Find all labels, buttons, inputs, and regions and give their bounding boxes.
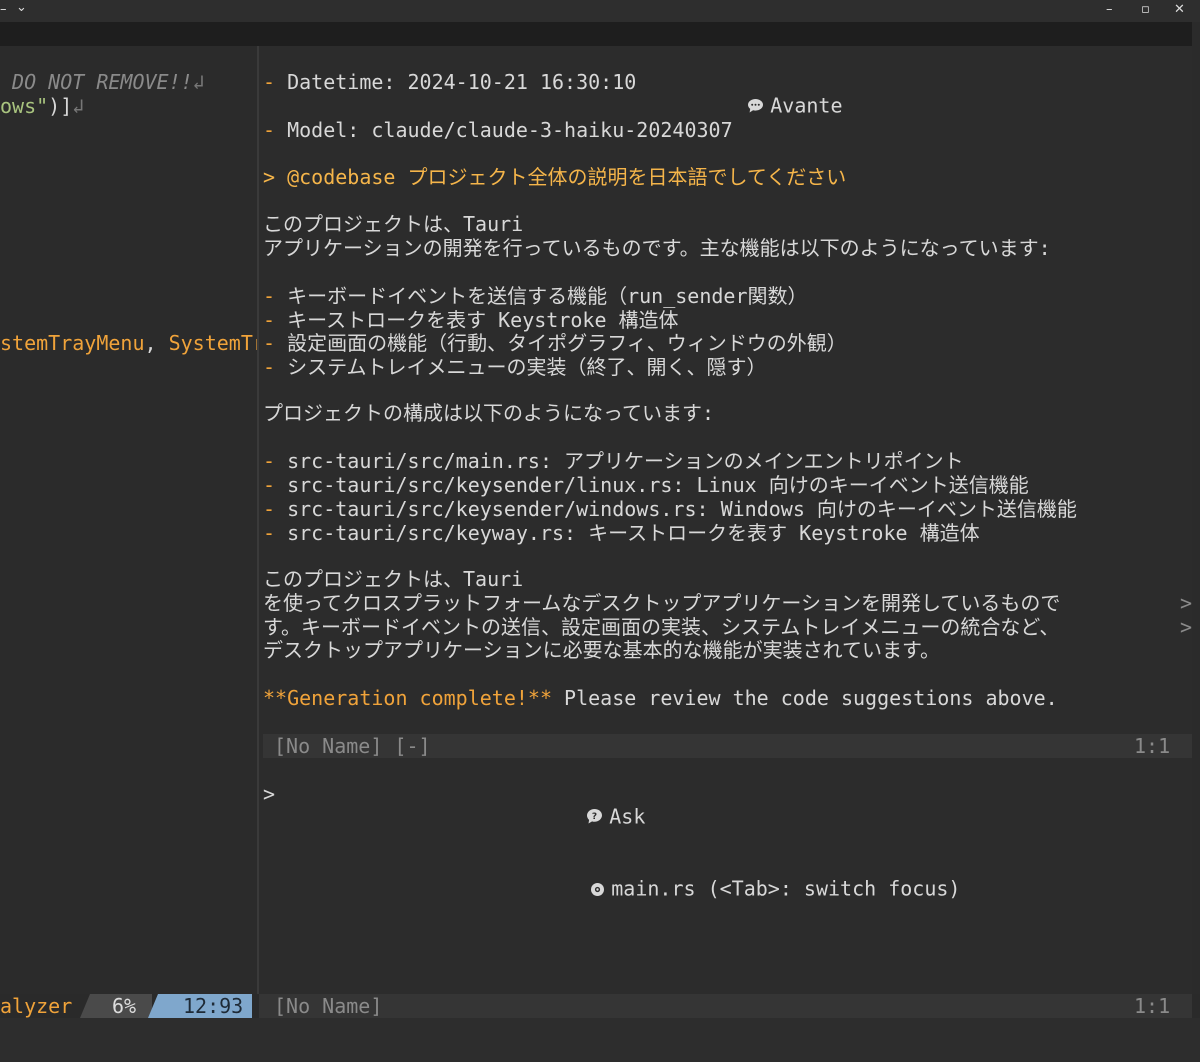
question-icon: ? — [538, 782, 603, 854]
svg-text:?: ? — [592, 812, 597, 822]
cursor-position: 1:1 — [1134, 734, 1171, 758]
overflow-marker: > — [1180, 591, 1193, 615]
datetime-line: - Datetime: 2024-10-21 16:30:10 — [263, 70, 636, 94]
close-button[interactable]: ✕ — [1174, 2, 1185, 17]
list-item: - キーストロークを表す Keystroke 構造体 — [263, 308, 679, 332]
line-column: 12:93 — [183, 994, 244, 1018]
overflow-marker: > — [1180, 615, 1193, 639]
list-bullet: - — [263, 284, 276, 308]
statusline: alyzer 6% 12:93 [No Name] 1:1 — [0, 994, 1200, 1018]
list-item-text: src-tauri/src/keysender/windows.rs: Wind… — [287, 497, 1077, 521]
list-bullet: - — [263, 331, 276, 355]
newline-marker: ↲ — [72, 94, 85, 118]
window-titlebar: – ⌄ – ▫ ✕ — [0, 0, 1200, 22]
complete-bold: **Generation complete!** — [263, 686, 552, 710]
list-bullet: - — [263, 521, 276, 545]
code-line: stemTrayMenu, SystemTr — [0, 331, 257, 355]
list-item-text: src-tauri/src/keysender/linux.rs: Linux … — [287, 473, 1029, 497]
code-line: DO NOT REMOVE!!↲ — [0, 70, 205, 94]
list-item: - src-tauri/src/keysender/windows.rs: Wi… — [263, 497, 1077, 521]
complete-rest: Please review the code suggestions above… — [551, 686, 1058, 710]
chevron-down-icon[interactable]: ⌄ — [16, 0, 27, 15]
list-item-text: システムトレイメニューの実装（終了、開く、隠す） — [287, 355, 767, 379]
list-bullet: - — [263, 308, 276, 332]
newline-marker: ↲ — [192, 70, 205, 94]
list-bullet: - — [263, 449, 276, 473]
buffer-name: [No Name] — [274, 994, 383, 1018]
ask-label: Ask — [609, 804, 646, 829]
datetime-text: Datetime: 2024-10-21 16:30:10 — [287, 70, 637, 94]
list-item-text: キーストロークを表す Keystroke 構造体 — [287, 308, 679, 332]
ask-input[interactable]: > — [263, 782, 275, 806]
maximize-button[interactable]: ▫ — [1141, 2, 1150, 17]
response-text: このプロジェクトは、Tauri — [263, 212, 524, 236]
code-identifier: SystemTr — [168, 331, 257, 355]
minimize-button[interactable]: – — [1106, 2, 1113, 17]
right-statusline-bg — [259, 994, 1192, 1018]
code-comment: DO NOT REMOVE!! — [0, 70, 193, 94]
list-bullet: - — [263, 118, 276, 142]
code-string: ows" — [0, 94, 49, 118]
ask-header: ? Ask main.rs (<Tab>: switch focus) — [514, 758, 960, 901]
list-item: - キーボードイベントを送信する機能（run_sender関数） — [263, 284, 808, 308]
generation-complete: **Generation complete!** Please review t… — [263, 686, 1058, 710]
scroll-percent: 6% — [112, 994, 137, 1018]
user-prompt: > @codebase プロジェクト全体の説明を日本語でしてください — [263, 165, 847, 189]
list-item: - システムトレイメニューの実装（終了、開く、隠す） — [263, 355, 767, 379]
list-bullet: - — [263, 473, 276, 497]
code-identifier: stemTrayMenu — [0, 331, 145, 355]
list-item-text: src-tauri/src/main.rs: アプリケーションのメインエントリポ… — [287, 449, 964, 473]
list-item: - src-tauri/src/main.rs: アプリケーションのメインエント… — [263, 449, 964, 473]
code-line: ows")]↲ — [0, 94, 84, 118]
avante-title-text: Avante — [770, 93, 843, 118]
list-item: - src-tauri/src/keysender/linux.rs: Linu… — [263, 473, 1029, 497]
list-bullet: - — [263, 497, 276, 521]
list-item: - 設定画面の機能（行動、タイポグラフィ、ウィンドウの外観） — [263, 331, 847, 355]
code-punctuation: , — [144, 331, 169, 355]
code-punctuation: )] — [48, 94, 73, 118]
tab-bar — [0, 22, 1192, 46]
list-item-text: 設定画面の機能（行動、タイポグラフィ、ウィンドウの外観） — [287, 331, 847, 355]
code-editor-pane[interactable]: DO NOT REMOVE!!↲ ows")]↲ stemTrayMenu, S… — [0, 46, 257, 994]
response-text: デスクトップアプリケーションに必要な基本的な機能が実装されています。 — [263, 638, 940, 662]
menu-dash: – — [0, 2, 7, 17]
settings-file-icon — [542, 854, 605, 926]
cursor-position: 1:1 — [1134, 994, 1171, 1018]
lsp-status: alyzer — [0, 994, 73, 1018]
response-text: このプロジェクトは、Tauri — [263, 567, 524, 591]
window-edge — [1192, 22, 1200, 1022]
list-item: - src-tauri/src/keyway.rs: キーストロークを表す Ke… — [263, 521, 980, 545]
buffer-name: [No Name] [-] — [274, 734, 431, 758]
model-line: - Model: claude/claude-3-haiku-20240307 — [263, 118, 733, 142]
avante-title: Avante — [675, 47, 843, 118]
list-item-text: src-tauri/src/keyway.rs: キーストロークを表す Keys… — [287, 521, 980, 545]
response-text: す。キーボードイベントの送信、設定画面の実装、システムトレイメニューの統合など、 — [263, 615, 1060, 639]
ask-file-label: main.rs (<Tab>: switch focus) — [611, 876, 961, 901]
list-bullet: - — [263, 355, 276, 379]
list-item-text: キーボードイベントを送信する機能（run_sender関数） — [287, 284, 808, 308]
response-text: プロジェクトの構成は以下のようになっています: — [263, 401, 715, 425]
response-text: アプリケーションの開発を行っているものです。主な機能は以下のようになっています: — [263, 236, 1051, 260]
avante-statusline: [No Name] [-] 1:1 — [263, 734, 1192, 758]
list-bullet: - — [263, 70, 276, 94]
command-line[interactable] — [0, 1018, 1200, 1062]
response-text: を使ってクロスプラットフォームなデスクトップアプリケーションを開発しているもので — [263, 591, 1061, 615]
model-text: Model: claude/claude-3-haiku-20240307 — [287, 118, 733, 142]
